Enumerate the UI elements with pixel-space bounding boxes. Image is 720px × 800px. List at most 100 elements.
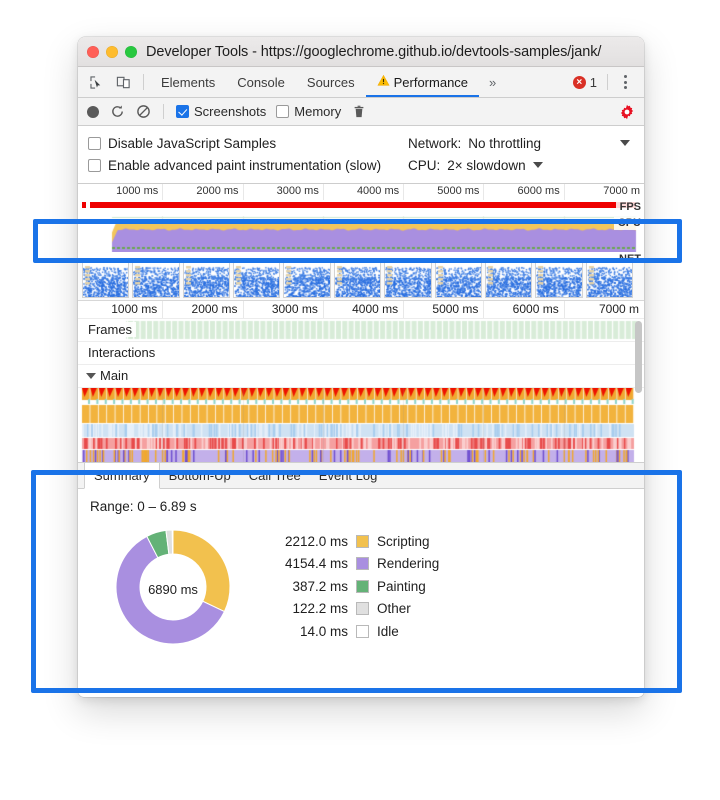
disable-js-samples-box[interactable] xyxy=(88,136,101,150)
ruler-tick-label: 3000 ms xyxy=(271,302,318,316)
overview-net-band: NET xyxy=(78,252,644,260)
filmstrip-frame[interactable] xyxy=(333,262,382,298)
advanced-paint-box[interactable] xyxy=(88,158,101,172)
donut-total-label: 6890 ms xyxy=(148,582,198,597)
legend-value: 2212.0 ms xyxy=(284,533,348,549)
filmstrip-thumbnail xyxy=(234,263,280,297)
screenshots-checkbox-box[interactable] xyxy=(176,105,189,118)
main-flame-chart[interactable] xyxy=(78,388,644,462)
activity-donut-chart[interactable]: 6890 ms xyxy=(78,520,268,652)
tab-sources[interactable]: Sources xyxy=(296,67,366,97)
filmstrip-frame[interactable] xyxy=(233,262,281,298)
details-tabs: Summary Bottom-Up Call Tree Event Log xyxy=(78,463,644,489)
memory-checkbox-box[interactable] xyxy=(276,105,290,118)
tab-bottom-up[interactable]: Bottom-Up xyxy=(160,463,240,488)
gridline xyxy=(242,301,244,318)
flame-chart-area[interactable]: 1000 ms 2000 ms 3000 ms 4000 ms 5000 ms 6000 … xyxy=(78,300,644,462)
donut-slice-idle[interactable] xyxy=(171,529,174,555)
tab-performance[interactable]: Performance xyxy=(365,67,480,97)
ruler-tick-label: 2000 ms xyxy=(196,185,239,197)
gridline xyxy=(403,301,405,318)
window-title: Developer Tools - https://googlechrome.g… xyxy=(146,43,602,60)
cpu-throttling-control[interactable]: CPU: 2× slowdown xyxy=(408,158,543,173)
memory-checkbox[interactable]: Memory xyxy=(276,104,341,119)
disable-js-samples-checkbox[interactable]: Disable JavaScript Samples xyxy=(78,136,408,151)
filmstrip-frame[interactable] xyxy=(384,262,432,298)
inspect-element-icon[interactable] xyxy=(86,72,106,92)
chevron-down-icon[interactable] xyxy=(86,373,96,379)
clear-recording-icon[interactable] xyxy=(135,104,151,120)
tab-summary[interactable]: Summary xyxy=(84,463,160,489)
more-tabs-button[interactable]: » xyxy=(479,67,505,97)
legend-value: 122.2 ms xyxy=(292,601,348,617)
kebab-menu-icon[interactable] xyxy=(612,75,638,89)
trash-icon[interactable] xyxy=(351,104,367,120)
gridline xyxy=(162,301,164,318)
fps-red-bar-gap xyxy=(86,202,90,208)
gridline xyxy=(483,301,485,318)
tab-console[interactable]: Console xyxy=(226,67,296,97)
filmstrip-thumbnail xyxy=(133,263,179,297)
filmstrip-frame[interactable] xyxy=(434,262,482,298)
tab-elements-label: Elements xyxy=(161,74,216,90)
record-toolbar: Screenshots Memory xyxy=(78,98,644,126)
network-chevron-down-icon[interactable] xyxy=(620,140,630,146)
track-main[interactable]: Main xyxy=(78,365,644,388)
legend-label: Painting xyxy=(377,578,426,594)
gridline xyxy=(322,184,324,200)
tab-performance-label: Performance xyxy=(393,74,469,90)
warning-triangle-icon xyxy=(377,74,390,90)
legend-row[interactable]: 122.2 ms Other xyxy=(268,598,439,621)
advanced-paint-checkbox[interactable]: Enable advanced paint instrumentation (s… xyxy=(78,158,408,173)
flame-chart-scrollbar[interactable] xyxy=(635,321,642,393)
cpu-band-label: CPU xyxy=(613,217,644,230)
ruler-tick-label: 4000 ms xyxy=(356,185,400,197)
ruler-tick-label: 2000 ms xyxy=(191,302,238,316)
network-label: Network: xyxy=(408,135,462,151)
tab-event-log[interactable]: Event Log xyxy=(310,463,387,488)
device-toolbar-icon[interactable] xyxy=(113,72,133,92)
ruler-tick-label: 4000 ms xyxy=(352,302,399,316)
legend-label: Idle xyxy=(377,623,399,639)
cpu-label: CPU: xyxy=(408,157,441,173)
track-frames[interactable]: Frames xyxy=(78,319,644,342)
tab-call-tree[interactable]: Call Tree xyxy=(240,463,310,488)
tabstrip-left-icons xyxy=(78,67,137,97)
capture-settings-pane: Disable JavaScript Samples Network: No t… xyxy=(78,126,644,184)
filmstrip-frame[interactable] xyxy=(182,262,231,298)
reload-and-record-icon[interactable] xyxy=(109,104,125,120)
tab-elements[interactable]: Elements xyxy=(150,67,226,97)
gridline xyxy=(242,184,244,200)
screenshot-filmstrip[interactable] xyxy=(78,260,644,300)
filmstrip-frame[interactable] xyxy=(484,262,533,298)
flame-chart-ruler: 1000 ms 2000 ms 3000 ms 4000 ms 5000 ms 6000 … xyxy=(78,301,644,319)
record-button-icon[interactable] xyxy=(87,105,99,118)
record-toolbar-divider xyxy=(163,104,164,119)
gridline xyxy=(563,301,565,318)
legend-row[interactable]: 387.2 ms Painting xyxy=(268,575,439,598)
legend-row[interactable]: 4154.4 ms Rendering xyxy=(268,553,439,576)
filmstrip-frame[interactable] xyxy=(535,262,583,298)
cpu-usage-graph xyxy=(78,216,644,252)
filmstrip-frame[interactable] xyxy=(82,262,130,298)
screenshots-checkbox[interactable]: Screenshots xyxy=(176,104,266,119)
donut-slice-scripting[interactable] xyxy=(172,529,231,613)
capture-settings-gear-icon[interactable] xyxy=(619,104,635,120)
devtools-tabstrip: Elements Console Sources Performance » ×… xyxy=(78,67,644,98)
summary-body: 6890 ms 2212.0 ms Scripting 4154.4 ms Rende… xyxy=(78,514,644,652)
legend-swatch xyxy=(356,579,369,593)
advanced-paint-label: Enable advanced paint instrumentation (s… xyxy=(108,157,382,173)
network-throttling-control[interactable]: Network: No throttling xyxy=(408,136,541,151)
filmstrip-frame[interactable] xyxy=(283,262,331,298)
ruler-tick-label: 5000 ms xyxy=(437,185,480,197)
filmstrip-frame[interactable] xyxy=(585,262,633,298)
legend-row[interactable]: 2212.0 ms Scripting xyxy=(268,530,439,553)
cpu-chevron-down-icon[interactable] xyxy=(532,162,543,168)
filmstrip-frame[interactable] xyxy=(132,262,180,298)
legend-row[interactable]: 14.0 ms Idle xyxy=(268,620,439,643)
track-interactions[interactable]: Interactions xyxy=(78,342,644,365)
error-badge[interactable]: × 1 xyxy=(572,75,603,90)
filmstrip-thumbnail xyxy=(586,263,632,297)
timeline-overview[interactable]: 1000 ms 2000 ms 3000 ms 4000 ms 5000 ms 6000 … xyxy=(78,184,644,300)
screenshot-root: Developer Tools - https://googlechrome.g… xyxy=(0,0,720,800)
